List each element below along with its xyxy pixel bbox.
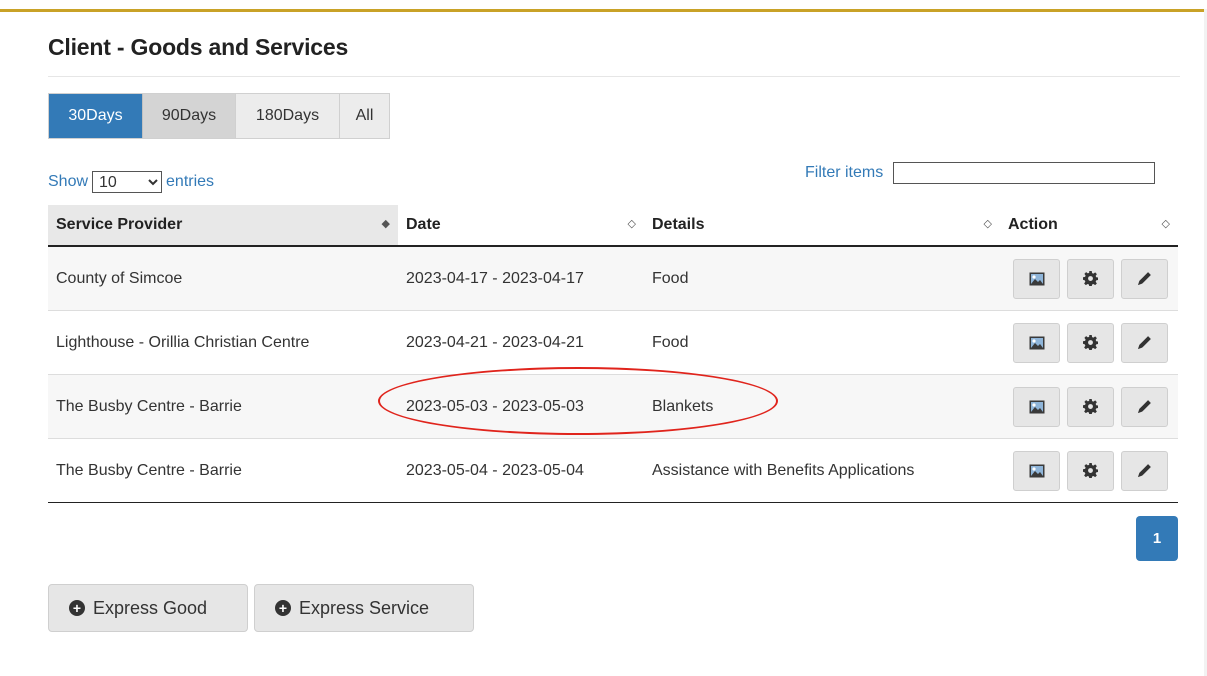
view-image-button[interactable]: [1013, 258, 1060, 299]
gear-icon: [1083, 399, 1098, 414]
tab-90days[interactable]: 90Days: [142, 94, 235, 138]
plus-circle-icon: +: [69, 600, 85, 616]
cell-actions: [1000, 374, 1178, 439]
gear-icon: [1083, 463, 1098, 478]
entries-label: entries: [166, 173, 215, 190]
sort-diamond-icon: ◇: [983, 218, 992, 230]
sort-diamond-icon: ◆: [381, 218, 390, 230]
edit-button[interactable]: [1121, 322, 1168, 363]
image-icon: [1029, 272, 1044, 285]
settings-button[interactable]: [1067, 258, 1114, 299]
express-service-button[interactable]: + Express Service: [254, 584, 474, 632]
cell-service-provider: County of Simcoe: [48, 245, 398, 311]
cell-actions: [1000, 438, 1178, 503]
settings-button[interactable]: [1067, 386, 1114, 427]
cell-actions: [1000, 245, 1178, 311]
cell-date: 2023-05-03 - 2023-05-03: [398, 374, 644, 439]
top-accent-rule: [0, 9, 1207, 12]
plus-circle-icon: +: [275, 600, 291, 616]
cell-service-provider: The Busby Centre - Barrie: [48, 438, 398, 503]
view-image-button[interactable]: [1013, 386, 1060, 427]
sort-diamond-icon: ◇: [1161, 218, 1170, 230]
show-label: Show: [48, 173, 89, 190]
pagination-page-1[interactable]: 1: [1136, 516, 1178, 561]
tab-180days[interactable]: 180Days: [235, 94, 339, 138]
tab-30days[interactable]: 30Days: [49, 94, 142, 138]
filter-input[interactable]: [893, 162, 1156, 184]
view-image-button[interactable]: [1013, 322, 1060, 363]
column-header-date[interactable]: Date ◇: [398, 205, 644, 247]
goods-services-table: Service Provider ◆ Date ◇ Details ◇ Acti…: [48, 205, 1178, 503]
express-service-label: Express Service: [299, 597, 430, 618]
column-header-service-provider[interactable]: Service Provider ◆: [48, 205, 398, 247]
image-icon: [1029, 400, 1044, 413]
edit-button[interactable]: [1121, 386, 1168, 427]
date-range-tabs: 30Days 90Days 180Days All: [48, 93, 390, 139]
cell-details: Blankets: [644, 374, 1000, 439]
settings-button[interactable]: [1067, 322, 1114, 363]
column-header-details[interactable]: Details ◇: [644, 205, 1000, 247]
table-row: The Busby Centre - Barrie 2023-05-04 - 2…: [48, 438, 1178, 503]
pencil-icon: [1137, 336, 1151, 350]
column-header-action[interactable]: Action ◇: [1000, 205, 1178, 247]
entries-select[interactable]: 10: [92, 171, 163, 193]
pencil-icon: [1137, 464, 1151, 478]
title-divider: [48, 76, 1180, 77]
gear-icon: [1083, 335, 1098, 350]
entries-length-control: Show 10 entries: [48, 171, 214, 193]
table-row: Lighthouse - Orillia Christian Centre 20…: [48, 310, 1178, 375]
express-good-label: Express Good: [93, 597, 208, 618]
pencil-icon: [1137, 400, 1151, 414]
filter-control: Filter items: [805, 162, 1156, 184]
tab-all[interactable]: All: [339, 94, 389, 138]
view-image-button[interactable]: [1013, 450, 1060, 491]
cell-service-provider: The Busby Centre - Barrie: [48, 374, 398, 439]
cell-details: Food: [644, 245, 1000, 311]
table-row: County of Simcoe 2023-04-17 - 2023-04-17…: [48, 245, 1178, 311]
edit-button[interactable]: [1121, 258, 1168, 299]
cell-date: 2023-05-04 - 2023-05-04: [398, 438, 644, 503]
cell-date: 2023-04-17 - 2023-04-17: [398, 245, 644, 311]
gear-icon: [1083, 271, 1098, 286]
cell-details: Assistance with Benefits Applications: [644, 438, 1000, 503]
table-row: The Busby Centre - Barrie 2023-05-03 - 2…: [48, 374, 1178, 439]
express-good-button[interactable]: + Express Good: [48, 584, 248, 632]
cell-details: Food: [644, 310, 1000, 375]
cell-actions: [1000, 310, 1178, 375]
image-icon: [1029, 336, 1044, 349]
page-title: Client - Goods and Services: [48, 34, 349, 60]
cell-date: 2023-04-21 - 2023-04-21: [398, 310, 644, 375]
pencil-icon: [1137, 272, 1151, 286]
cell-service-provider: Lighthouse - Orillia Christian Centre: [48, 310, 398, 375]
settings-button[interactable]: [1067, 450, 1114, 491]
image-icon: [1029, 464, 1044, 477]
filter-label: Filter items: [805, 164, 884, 181]
sort-diamond-icon: ◇: [627, 218, 636, 230]
edit-button[interactable]: [1121, 450, 1168, 491]
